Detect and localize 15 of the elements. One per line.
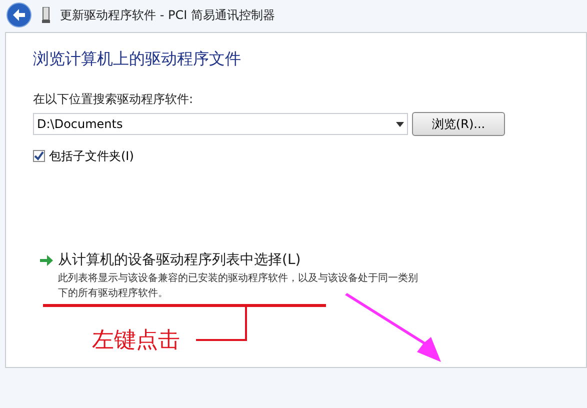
arrow-icon: [40, 255, 53, 266]
path-combo[interactable]: D:\Documents: [33, 113, 408, 135]
page-heading: 浏览计算机上的驱动程序文件: [33, 48, 242, 70]
window-title: 更新驱动程序软件 - PCI 简易通讯控制器: [60, 7, 275, 24]
back-icon[interactable]: [6, 2, 32, 28]
annotation-text: 左键点击: [92, 327, 180, 355]
search-label: 在以下位置搜索驱动程序软件:: [33, 91, 194, 108]
leader-line: [196, 306, 248, 342]
option-link[interactable]: 从计算机的设备驱动程序列表中选择(L): [58, 250, 420, 271]
option-description: 此列表将显示与该设备兼容的已安装的驱动程序软件，以及与该设备处于同一类别下的所有驱动程序软件。: [58, 272, 419, 301]
dropdown-arrow-icon: [396, 122, 404, 126]
device-icon: [42, 7, 50, 23]
checkbox[interactable]: [33, 150, 45, 162]
browse-button[interactable]: 浏览(R)...: [412, 112, 505, 136]
checkbox-label: 包括子文件夹(I): [49, 148, 134, 165]
